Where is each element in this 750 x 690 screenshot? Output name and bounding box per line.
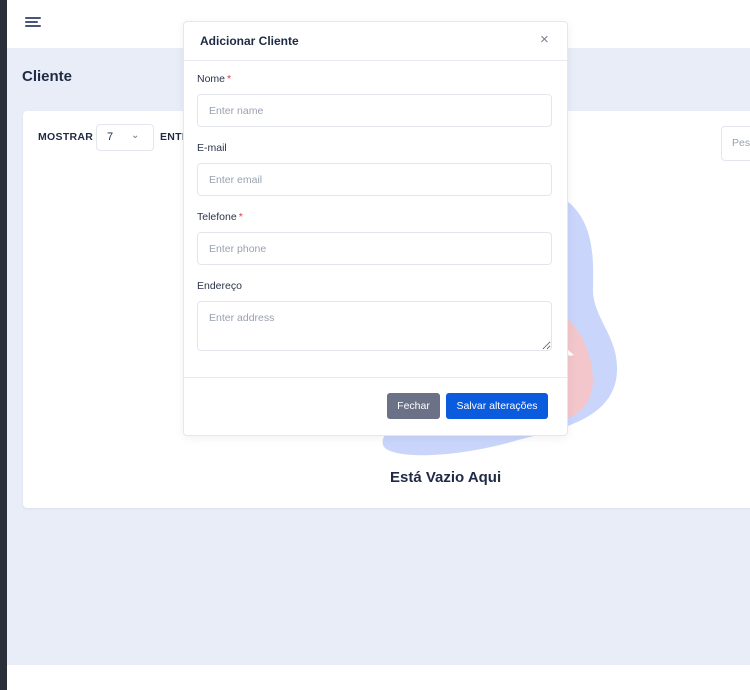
menu-icon[interactable] [25, 17, 41, 29]
save-button[interactable]: Salvar alterações [446, 393, 548, 419]
close-button[interactable]: Fechar [387, 393, 440, 419]
search-field[interactable] [721, 126, 750, 161]
required-marker: * [238, 211, 243, 223]
close-icon[interactable]: × [540, 32, 549, 48]
page-footer [7, 665, 750, 690]
name-label-text: Nome [197, 73, 226, 85]
phone-label: Telefone * [197, 211, 243, 223]
modal-header: Adicionar Cliente × [184, 22, 567, 61]
show-entries-label: MOSTRAR [38, 131, 94, 143]
chevron-down-icon: ⌄ [131, 130, 140, 141]
add-client-modal: Adicionar Cliente × Nome* E-mail Telefon… [183, 21, 568, 436]
modal-title: Adicionar Cliente [200, 34, 299, 48]
address-textarea[interactable] [197, 301, 552, 351]
name-input[interactable] [197, 94, 552, 127]
entries-select[interactable]: 7 ⌄ [96, 124, 154, 151]
sidebar-edge [0, 0, 7, 690]
search-input[interactable] [732, 137, 750, 149]
address-label: Endereço [197, 280, 242, 292]
email-input[interactable] [197, 163, 552, 196]
phone-label-text: Telefone [197, 211, 237, 223]
required-marker: * [227, 73, 232, 85]
entries-label: ENTI [160, 131, 186, 143]
modal-footer-divider [184, 377, 567, 378]
email-label: E-mail [197, 142, 227, 154]
phone-input[interactable] [197, 232, 552, 265]
empty-state-text: Está Vazio Aqui [390, 469, 502, 486]
name-label: Nome * [197, 73, 231, 85]
entries-value: 7 [107, 131, 114, 143]
page-title: Cliente [22, 68, 73, 85]
